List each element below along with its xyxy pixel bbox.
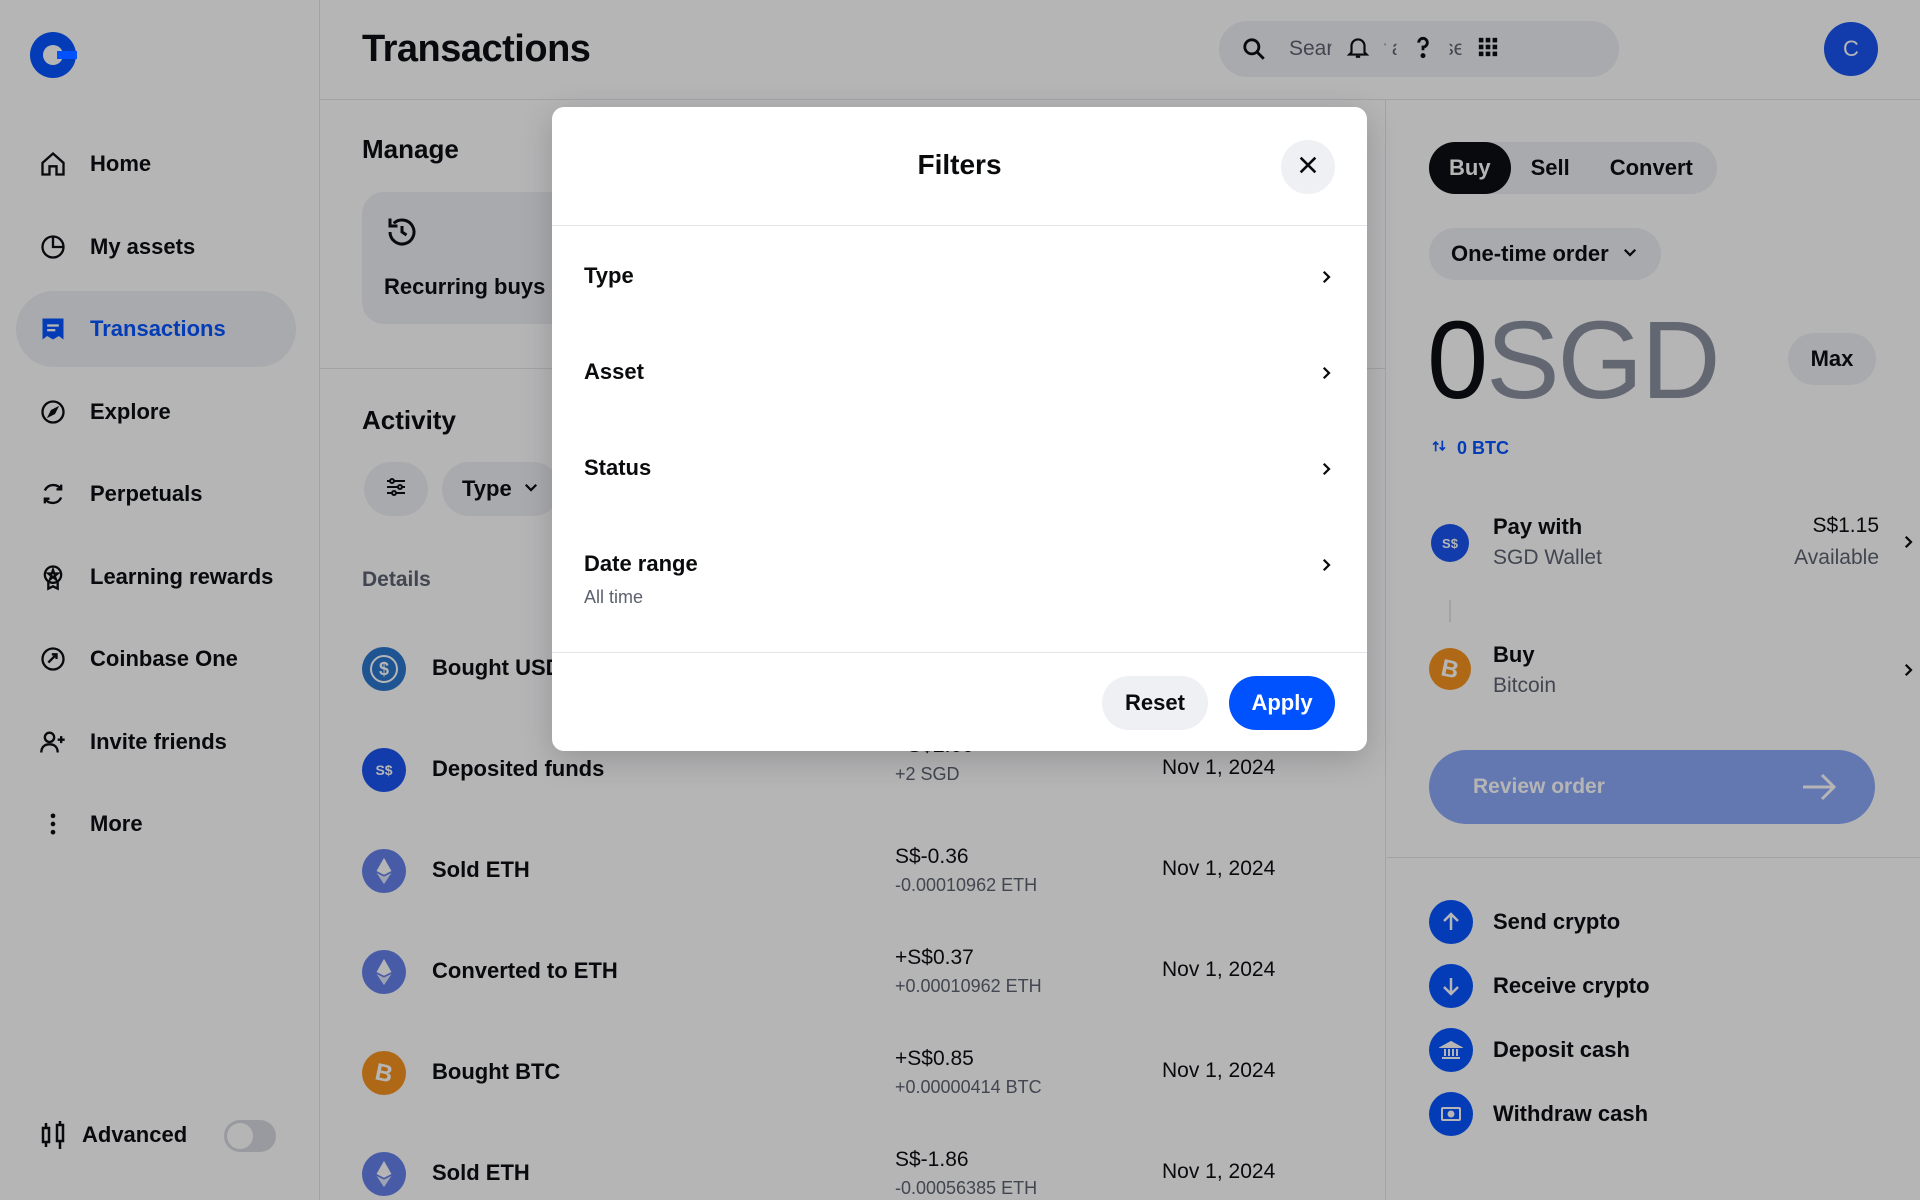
- filter-label: Status: [584, 455, 652, 480]
- app-root: Home My assets Transactions Explore Perp…: [0, 0, 1920, 1200]
- modal-title: Filters: [917, 149, 1002, 180]
- filter-row-date-range[interactable]: Date range All time: [584, 551, 1335, 608]
- modal-divider: [552, 652, 1367, 653]
- filter-label: Date range: [584, 551, 698, 576]
- filter-row-type[interactable]: Type: [584, 263, 1335, 289]
- filter-row-asset[interactable]: Asset: [584, 359, 1335, 385]
- apply-button[interactable]: Apply: [1229, 676, 1335, 730]
- chevron-right-icon: [1317, 459, 1335, 484]
- reset-button[interactable]: Reset: [1102, 676, 1208, 730]
- filter-label: Asset: [584, 359, 644, 384]
- chevron-right-icon: [1317, 363, 1335, 388]
- chevron-right-icon: [1317, 267, 1335, 292]
- filters-modal: Filters Type Asset Status Date range All…: [552, 107, 1367, 751]
- close-icon: [1297, 154, 1319, 181]
- filter-value: All time: [584, 587, 644, 607]
- close-button[interactable]: [1281, 140, 1335, 194]
- filter-row-status[interactable]: Status: [584, 455, 1335, 481]
- modal-divider: [552, 225, 1367, 226]
- chevron-right-icon: [1317, 555, 1335, 580]
- filter-label: Type: [584, 263, 634, 288]
